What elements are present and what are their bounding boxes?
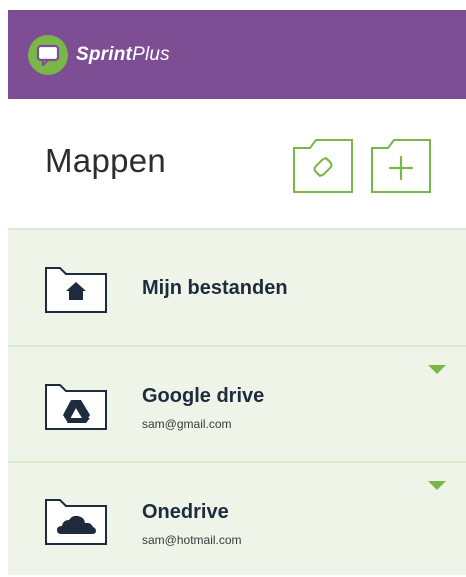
folder-item-google-drive[interactable]: Google drive sam@gmail.com [8,345,466,462]
link-folder-icon [293,139,353,193]
folder-name: Onedrive [142,501,229,523]
home-folder-icon [45,267,107,313]
folder-list: Mijn bestanden Google drive sam@gmail.co… [8,228,466,575]
account-email: sam@hotmail.com [142,533,242,547]
brand-name-bold: Sprint [76,43,133,65]
link-folder-button[interactable] [292,138,354,194]
app-header: SprintPlus [8,10,466,99]
folder-name: Google drive [142,385,265,407]
expand-caret-icon[interactable] [428,365,446,374]
new-folder-icon [371,139,431,193]
expand-caret-icon[interactable] [428,481,446,490]
folder-item-my-files[interactable]: Mijn bestanden [8,228,466,346]
brand-name-light: Plus [132,43,170,65]
new-folder-button[interactable] [370,138,432,194]
account-email: sam@gmail.com [142,417,232,431]
brand-name: SprintPlus [76,44,170,66]
google-drive-folder-icon [45,384,107,430]
folder-name: Mijn bestanden [142,277,288,299]
folders-title-bar: Mappen [8,100,466,228]
chat-bubble-icon [28,34,68,75]
onedrive-folder-icon [45,499,107,545]
page-title: Mappen [45,142,167,179]
folder-item-onedrive[interactable]: Onedrive sam@hotmail.com [8,461,466,577]
